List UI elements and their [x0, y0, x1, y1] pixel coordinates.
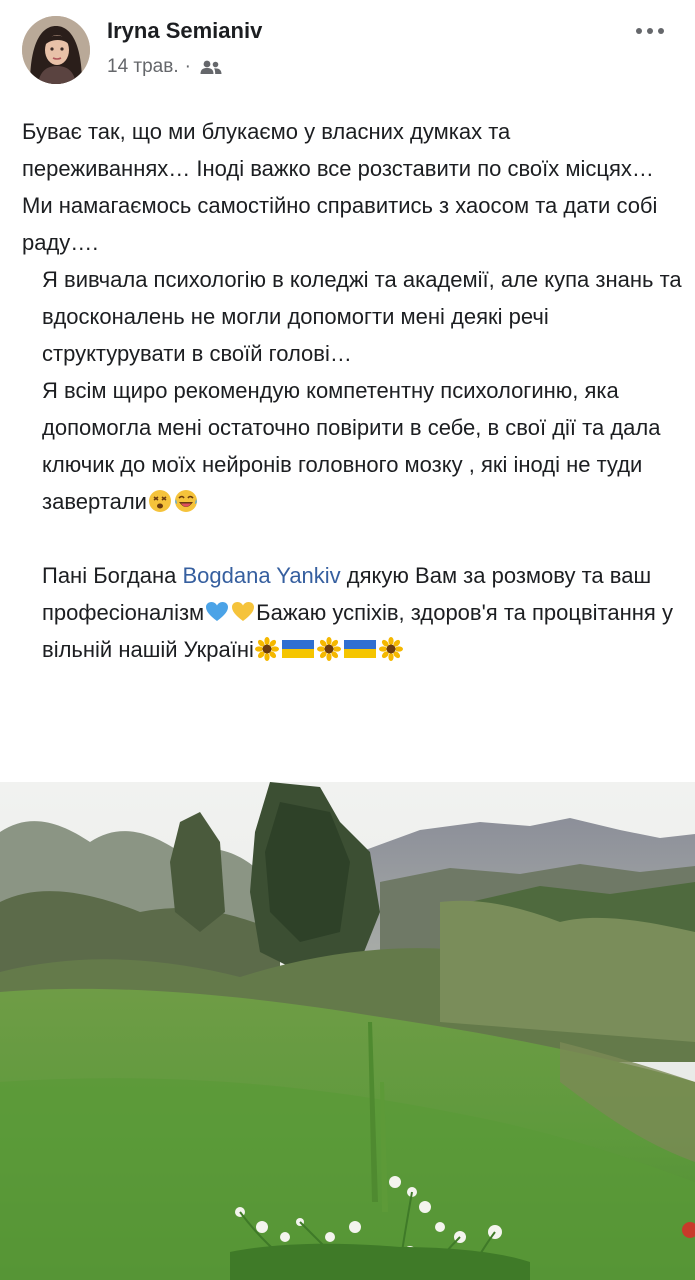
post-paragraph: Я вивчала психологію в коледжі та академ… [42, 267, 682, 366]
facebook-post: Iryna Semianiv 14 трав. · Буває так, що [0, 0, 695, 1280]
author-name[interactable]: Iryna Semianiv [107, 18, 262, 44]
mention-link[interactable]: Bogdana Yankiv [182, 563, 340, 588]
post-header: Iryna Semianiv 14 трав. · [0, 0, 695, 100]
dizzy-face-emoji [148, 487, 172, 512]
paragraph-text: Я всім щиро рекомендую компетентну психо… [42, 378, 661, 514]
post-paragraph: Я всім щиро рекомендую компетентну психо… [22, 372, 682, 520]
ukraine-flag-emoji [343, 634, 377, 658]
yellow-heart-emoji [231, 598, 255, 622]
post-photo[interactable] [0, 782, 695, 1280]
post-text: Буває так, що ми блукаємо у власних думк… [22, 113, 682, 668]
ukraine-flag-emoji [281, 634, 315, 658]
friends-icon[interactable] [199, 59, 223, 75]
post-paragraph: Буває так, що ми блукаємо у власних думк… [22, 119, 658, 255]
post-date[interactable]: 14 трав. [107, 56, 179, 78]
sunflower-emoji [378, 635, 403, 661]
blue-heart-emoji [205, 598, 229, 622]
laughing-face-emoji [174, 487, 198, 512]
meta-separator: · [184, 56, 191, 77]
sunflower-emoji [254, 635, 279, 661]
paragraph-text: Пані Богдана [42, 563, 183, 588]
sunflower-emoji [316, 635, 341, 661]
more-options-icon[interactable] [633, 24, 667, 38]
post-paragraph: Пані Богдана Bogdana Yankiv дякую Вам за… [22, 557, 682, 668]
author-avatar[interactable] [22, 16, 90, 84]
post-meta: 14 трав. · [107, 56, 223, 78]
